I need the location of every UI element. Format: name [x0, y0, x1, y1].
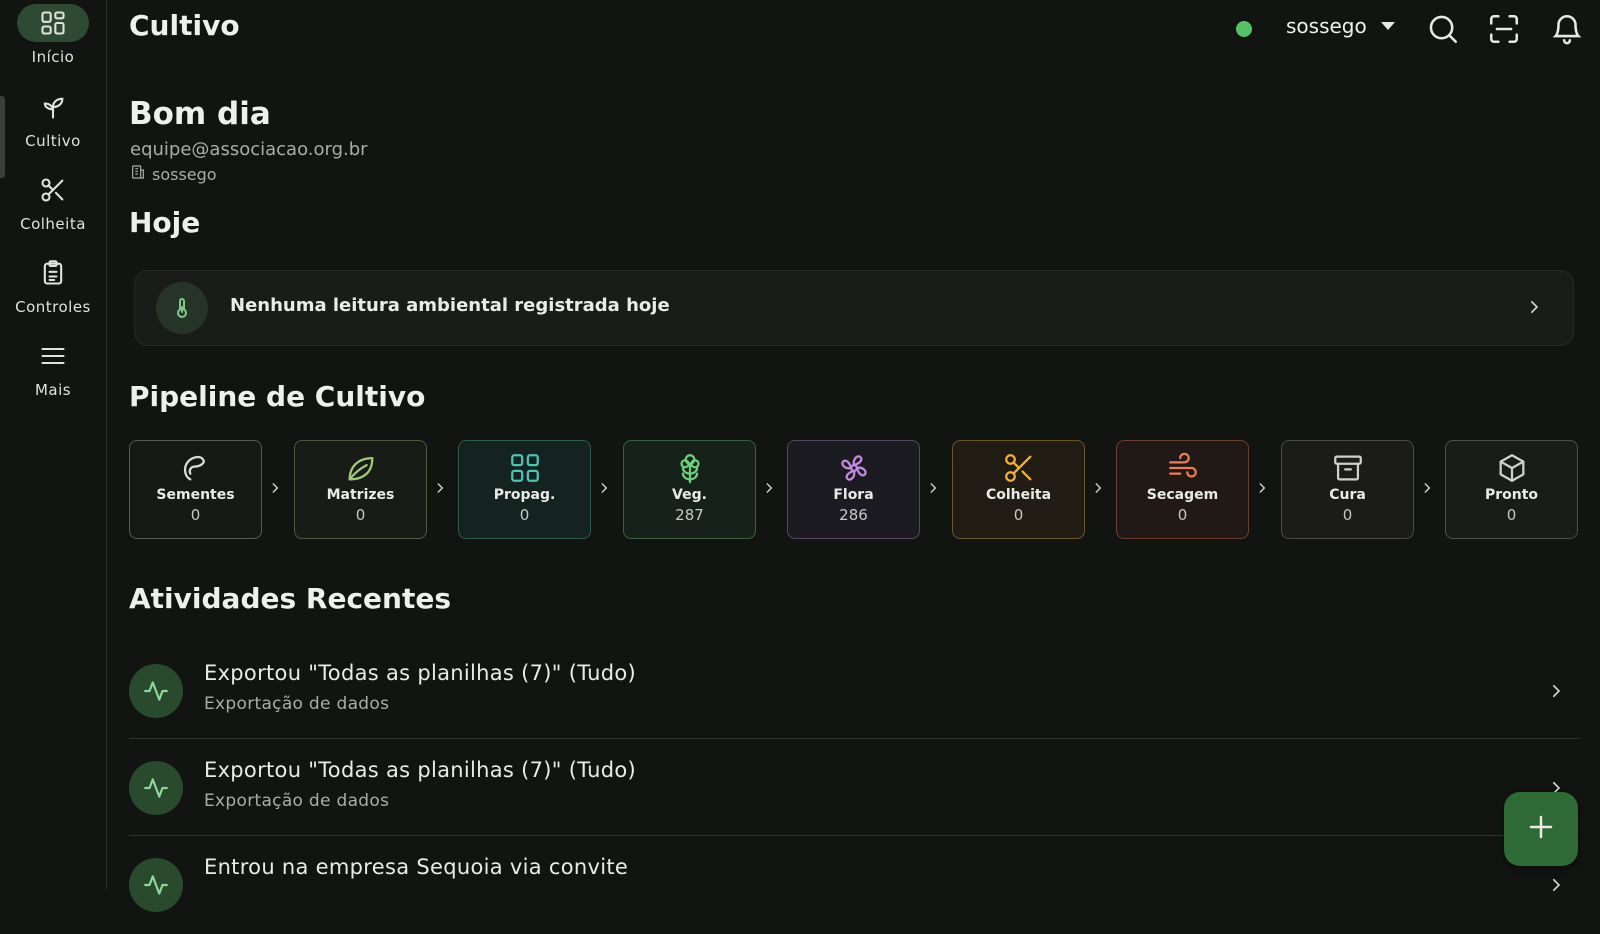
chevron-right-icon — [1525, 298, 1543, 320]
pipeline-stage-veg[interactable]: Veg. 287 — [623, 440, 756, 539]
activity-icon — [129, 761, 183, 815]
pipeline-stage-pronto[interactable]: Pronto 0 — [1445, 440, 1578, 539]
clover-icon — [837, 451, 871, 485]
sidebar-item-inicio[interactable]: Início — [0, 4, 106, 84]
org-selector[interactable]: sossego — [1286, 14, 1395, 38]
scissors-icon — [17, 171, 89, 209]
environment-reading-card[interactable]: Nenhuma leitura ambiental registrada hoj… — [134, 270, 1574, 346]
activity-title: Exportou "Todas as planilhas (7)" (Tudo) — [204, 661, 637, 685]
building-icon — [130, 164, 146, 184]
chevron-right-icon — [433, 480, 447, 499]
pipeline-stage-sementes[interactable]: Sementes 0 — [129, 440, 262, 539]
sidebar-item-label: Início — [31, 48, 75, 66]
pipeline-stage-label: Cura — [1329, 487, 1366, 503]
scan-icon[interactable] — [1487, 12, 1521, 46]
activity-icon — [129, 858, 183, 912]
pipeline-stage-colheita[interactable]: Colheita 0 — [952, 440, 1085, 539]
sidebar-item-label: Cultivo — [25, 132, 81, 150]
grid-icon — [508, 451, 542, 485]
search-icon[interactable] — [1426, 12, 1460, 46]
activity-icon — [129, 664, 183, 718]
section-title-pipeline: Pipeline de Cultivo — [129, 380, 426, 413]
section-title-atividades: Atividades Recentes — [129, 582, 451, 615]
box-icon — [1495, 451, 1529, 485]
wind-icon — [1166, 451, 1200, 485]
activity-item[interactable]: Exportou "Todas as planilhas (7)" (Tudo)… — [129, 741, 1579, 837]
org-name: sossego — [152, 164, 217, 184]
org-line: sossego — [130, 164, 217, 184]
sidebar-item-controles[interactable]: Controles — [0, 254, 106, 334]
pipeline-stage-label: Colheita — [985, 487, 1052, 503]
bell-icon[interactable] — [1550, 12, 1584, 46]
sidebar-item-colheita[interactable]: Colheita — [0, 171, 106, 251]
status-indicator — [1236, 21, 1252, 37]
greeting-title: Bom dia — [129, 96, 271, 132]
org-selector-label: sossego — [1286, 14, 1367, 38]
pipeline-stage-count: 286 — [839, 506, 868, 524]
pipeline-stage-count: 0 — [190, 506, 201, 524]
environment-reading-message: Nenhuma leitura ambiental registrada hoj… — [230, 295, 670, 316]
chevron-right-icon — [1255, 480, 1269, 499]
pipeline-stage-count: 287 — [675, 506, 704, 524]
chevron-right-icon — [1091, 480, 1105, 499]
pipeline-stage-propag[interactable]: Propag. 0 — [458, 440, 591, 539]
add-button[interactable] — [1504, 792, 1578, 866]
pipeline-stage-label: Sementes — [156, 487, 235, 503]
sprout-icon — [17, 88, 89, 126]
section-title-hoje: Hoje — [129, 206, 201, 239]
pipeline-stage-count: 0 — [355, 506, 366, 524]
activity-item[interactable]: Entrou na empresa Sequoia via convite — [129, 838, 1579, 934]
archive-icon — [1331, 451, 1365, 485]
chevron-right-icon — [1547, 876, 1565, 898]
pipeline-stage-label: Flora — [833, 487, 874, 503]
pipeline-stage-label: Secagem — [1146, 487, 1219, 503]
pipeline-stage-label: Propag. — [493, 487, 556, 503]
pipeline-stage-count: 0 — [1013, 506, 1024, 524]
chevron-right-icon — [268, 480, 282, 499]
flower-icon — [673, 451, 707, 485]
thermometer-icon — [156, 282, 208, 334]
pipeline-stage-count: 0 — [1342, 506, 1353, 524]
clipboard-icon — [17, 254, 89, 292]
chevron-down-icon — [1380, 22, 1395, 30]
chevron-right-icon — [1547, 682, 1565, 704]
sidebar-item-cultivo[interactable]: Cultivo — [0, 88, 106, 168]
pipeline-stage-cura[interactable]: Cura 0 — [1281, 440, 1414, 539]
chevron-right-icon — [597, 480, 611, 499]
chevron-right-icon — [762, 480, 776, 499]
chevron-right-icon — [1420, 480, 1434, 499]
pipeline-stage-label: Pronto — [1484, 487, 1539, 503]
plus-icon — [1526, 812, 1556, 846]
seed-icon — [179, 451, 213, 485]
activity-title: Exportou "Todas as planilhas (7)" (Tudo) — [204, 758, 637, 782]
dashboard-icon — [17, 4, 89, 42]
pipeline-stage-count: 0 — [1506, 506, 1517, 524]
pipeline-stage-flora[interactable]: Flora 286 — [787, 440, 920, 539]
scissors-icon — [1002, 451, 1036, 485]
chevron-right-icon — [926, 480, 940, 499]
page-title: Cultivo — [129, 9, 240, 42]
pipeline-stage-count: 0 — [519, 506, 530, 524]
activity-item[interactable]: Exportou "Todas as planilhas (7)" (Tudo)… — [129, 644, 1579, 740]
leaf-icon — [344, 451, 378, 485]
sidebar-item-label: Colheita — [20, 215, 86, 233]
activity-subtitle: Exportação de dados — [204, 791, 390, 811]
user-email: equipe@associacao.org.br — [130, 139, 368, 160]
sidebar-item-label: Controles — [15, 298, 91, 316]
activity-subtitle: Exportação de dados — [204, 694, 390, 714]
divider — [129, 835, 1579, 836]
sidebar-item-mais[interactable]: Mais — [0, 337, 106, 417]
sidebar: Início Cultivo Colheita Controles Mais — [0, 0, 107, 889]
divider — [129, 738, 1579, 739]
pipeline-stage-matrizes[interactable]: Matrizes 0 — [294, 440, 427, 539]
activity-title: Entrou na empresa Sequoia via convite — [204, 855, 629, 879]
pipeline-stage-count: 0 — [1177, 506, 1188, 524]
pipeline-stage-secagem[interactable]: Secagem 0 — [1116, 440, 1249, 539]
menu-icon — [17, 337, 89, 375]
pipeline-stage-label: Matrizes — [326, 487, 395, 503]
sidebar-item-label: Mais — [34, 381, 72, 399]
pipeline-stage-label: Veg. — [672, 487, 707, 503]
